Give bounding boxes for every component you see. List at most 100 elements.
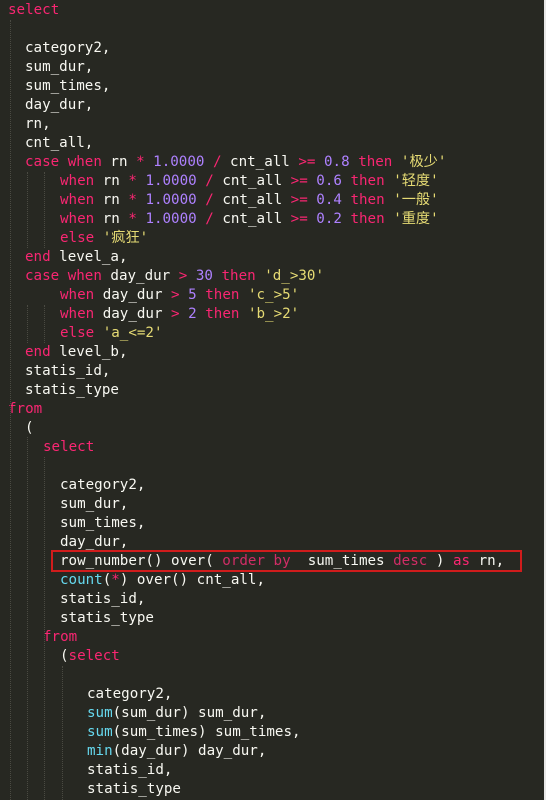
token-kw: then xyxy=(221,268,256,284)
token-kw: then xyxy=(205,287,240,303)
token-kw: case xyxy=(25,154,60,170)
code-line[interactable]: when day_dur > 2 then 'b_>2' xyxy=(60,305,299,324)
token-kw: then xyxy=(205,306,240,322)
token-kw: select xyxy=(43,439,95,455)
code-line[interactable]: when rn * 1.0000 / cnt_all >= 0.6 then '… xyxy=(60,172,439,191)
code-line[interactable]: when day_dur > 5 then 'c_>5' xyxy=(60,286,299,305)
code-line[interactable]: when rn * 1.0000 / cnt_all >= 0.2 then '… xyxy=(60,210,439,229)
token-text: sum_dur, xyxy=(25,59,94,75)
token-str: '疯狂' xyxy=(102,230,149,246)
indent-guide xyxy=(27,437,28,800)
token-op: * xyxy=(128,211,137,227)
code-line[interactable]: sum(sum_dur) sum_dur, xyxy=(87,704,266,723)
code-line[interactable]: (select xyxy=(60,647,120,666)
token-text: statis_type xyxy=(25,382,119,398)
token-text: statis_id, xyxy=(87,762,173,778)
token-text: sum_dur, xyxy=(60,496,129,512)
code-line[interactable]: rn, xyxy=(25,115,51,134)
token-num: 30 xyxy=(195,268,213,284)
code-line[interactable]: select xyxy=(43,438,94,457)
token-num: 5 xyxy=(188,287,197,303)
code-line[interactable]: ( xyxy=(25,419,34,438)
token-text: day_dur xyxy=(101,268,179,284)
token-num: 0.4 xyxy=(316,192,342,208)
token-kw: else xyxy=(60,325,95,341)
token-text: cnt_all xyxy=(213,192,291,208)
token-text: statis_type xyxy=(87,781,181,797)
code-line[interactable]: min(day_dur) day_dur, xyxy=(87,742,266,761)
code-line[interactable]: count(*) over() cnt_all, xyxy=(60,571,265,590)
code-line[interactable]: statis_id, xyxy=(60,590,145,609)
token-op: >= xyxy=(290,192,308,208)
code-line[interactable]: from xyxy=(8,400,42,419)
code-line[interactable]: sum_dur, xyxy=(25,58,93,77)
code-line[interactable]: statis_id, xyxy=(25,362,110,381)
code-line[interactable]: category2, xyxy=(25,39,110,58)
code-line[interactable]: statis_id, xyxy=(87,761,172,780)
code-line[interactable]: case when day_dur > 30 then 'd_>30' xyxy=(25,267,324,286)
token-op: * xyxy=(128,173,137,189)
code-line[interactable]: select xyxy=(8,1,59,20)
token-fn: sum xyxy=(87,724,113,740)
token-num: 0.6 xyxy=(316,173,342,189)
token-op: >= xyxy=(298,154,316,170)
token-fn: sum xyxy=(87,705,113,721)
token-str: '极少' xyxy=(400,154,447,170)
token-str: '一般' xyxy=(393,192,439,208)
code-line[interactable]: case when rn * 1.0000 / cnt_all >= 0.8 t… xyxy=(25,153,446,172)
token-text: rn xyxy=(101,154,137,170)
code-line[interactable]: cnt_all, xyxy=(25,134,93,153)
code-line[interactable]: statis_type xyxy=(87,780,181,799)
token-text: ( xyxy=(25,420,34,436)
token-text: sum_times, xyxy=(60,515,146,531)
token-text: cnt_all xyxy=(213,173,291,189)
token-kw: when xyxy=(67,154,102,170)
token-op: / xyxy=(205,173,214,189)
code-line[interactable]: day_dur, xyxy=(25,96,93,115)
code-line[interactable]: else 'a_<=2' xyxy=(60,324,163,343)
code-line[interactable]: when rn * 1.0000 / cnt_all >= 0.4 then '… xyxy=(60,191,439,210)
token-text: statis_type xyxy=(60,610,154,626)
code-line[interactable]: end level_a, xyxy=(25,248,128,267)
code-line[interactable]: statis_type xyxy=(60,609,154,628)
token-str: 'b_>2' xyxy=(247,306,300,322)
token-text: sum_times, xyxy=(25,78,111,94)
code-line[interactable]: statis_type xyxy=(25,381,119,400)
token-text: rn xyxy=(94,211,129,227)
code-editor[interactable]: select category2, sum_dur, sum_times, day_du… xyxy=(0,0,546,800)
token-text: ( xyxy=(60,648,69,664)
token-num: 0.8 xyxy=(324,154,350,170)
code-line[interactable]: end level_b, xyxy=(25,343,128,362)
code-line[interactable]: category2, xyxy=(87,685,172,704)
token-text: level_a, xyxy=(50,249,128,265)
token-op: * xyxy=(128,192,137,208)
code-line[interactable]: sum_dur, xyxy=(60,495,128,514)
token-kw: when xyxy=(60,192,95,208)
token-kw: select xyxy=(8,2,60,18)
token-text: day_dur, xyxy=(60,534,129,550)
token-num: 0.2 xyxy=(316,211,342,227)
token-kw: from xyxy=(43,629,78,645)
token-text: (sum_dur) sum_dur, xyxy=(112,705,267,721)
code-line[interactable]: sum(sum_times) sum_times, xyxy=(87,723,301,742)
token-text: category2, xyxy=(60,477,146,493)
code-line[interactable]: from xyxy=(43,628,77,647)
token-fn: min xyxy=(87,743,113,759)
code-line[interactable]: sum_times, xyxy=(25,77,110,96)
indent-guide xyxy=(44,172,45,248)
token-kw: when xyxy=(60,173,95,189)
code-line[interactable]: category2, xyxy=(60,476,145,495)
code-line[interactable]: sum_times, xyxy=(60,514,145,533)
code-line[interactable]: else '疯狂' xyxy=(60,229,148,248)
token-str: 'd_>30' xyxy=(264,268,325,284)
